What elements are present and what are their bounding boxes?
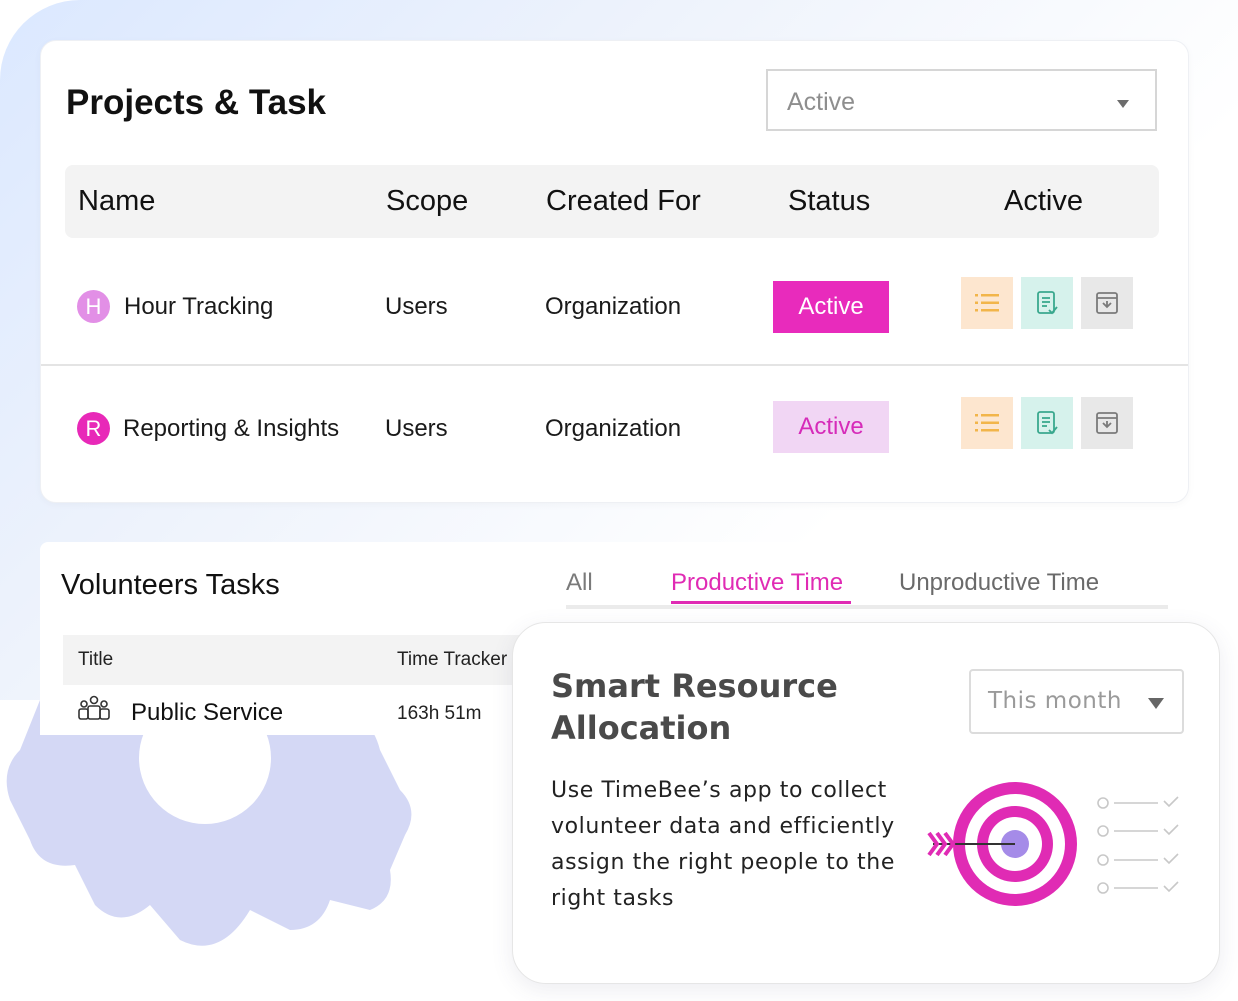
people-icon (78, 695, 110, 720)
tab-unproductive-time[interactable]: Unproductive Time (899, 569, 1099, 597)
tab-productive-time[interactable]: Productive Time (671, 569, 843, 597)
project-name: Reporting & Insights (123, 415, 340, 442)
task-title: Public Service (131, 699, 284, 726)
archive-action-button[interactable] (1081, 397, 1133, 449)
column-header-scope: Scope (386, 185, 469, 217)
avatar: H (77, 290, 110, 323)
period-value: This month (988, 688, 1122, 714)
table-row[interactable]: R Reporting & Insights Users Organizatio… (41, 366, 1188, 486)
task-time: 163h 51m (397, 703, 482, 724)
archive-icon (1096, 412, 1118, 434)
projects-card: Projects & Task Active Name Scope Create… (40, 40, 1189, 503)
list-icon (975, 294, 999, 312)
list-action-button[interactable] (961, 397, 1013, 449)
active-tab-indicator (671, 601, 851, 604)
checklist-icon (1097, 796, 1179, 894)
project-created-for: Organization (545, 415, 682, 442)
project-name: Hour Tracking (124, 293, 274, 320)
tab-all[interactable]: All (566, 569, 593, 597)
document-action-button[interactable] (1021, 397, 1073, 449)
table-header: Name Scope Created For Status Active (65, 165, 1159, 238)
chevron-down-icon (1117, 100, 1129, 108)
smart-resource-card: Smart Resource Allocation This month Use… (512, 622, 1220, 984)
status-badge[interactable]: Active (773, 401, 889, 453)
list-action-button[interactable] (961, 277, 1013, 329)
period-dropdown[interactable]: This month (969, 669, 1184, 734)
avatar: R (77, 412, 110, 445)
list-icon (975, 414, 999, 432)
status-filter-value: Active (787, 88, 856, 116)
document-icon (1037, 411, 1058, 435)
volunteers-title: Volunteers Tasks (61, 569, 280, 601)
smart-description: Use TimeBee’s app to collect volunteer d… (551, 778, 895, 911)
column-header-name: Name (78, 185, 156, 217)
column-header-status: Status (788, 185, 871, 217)
chevron-down-icon (1148, 698, 1164, 709)
status-filter-dropdown[interactable]: Active (766, 69, 1157, 131)
tab-underline-track (566, 605, 1168, 609)
document-icon (1037, 291, 1058, 315)
archive-icon (1096, 292, 1118, 314)
table-row[interactable]: H Hour Tracking Users Organization Activ… (41, 244, 1188, 366)
page-title: Projects & Task (66, 83, 327, 122)
column-header-created-for: Created For (546, 185, 701, 217)
column-header-active: Active (1004, 185, 1083, 217)
archive-action-button[interactable] (1081, 277, 1133, 329)
project-scope: Users (385, 415, 448, 442)
project-created-for: Organization (545, 293, 682, 320)
project-scope: Users (385, 293, 448, 320)
status-badge[interactable]: Active (773, 281, 889, 333)
smart-title: Smart Resource Allocation (551, 667, 838, 747)
column-header-time-tracker: Time Tracker (397, 649, 508, 670)
document-action-button[interactable] (1021, 277, 1073, 329)
target-icon (927, 782, 1077, 906)
column-header-title: Title (78, 649, 114, 670)
